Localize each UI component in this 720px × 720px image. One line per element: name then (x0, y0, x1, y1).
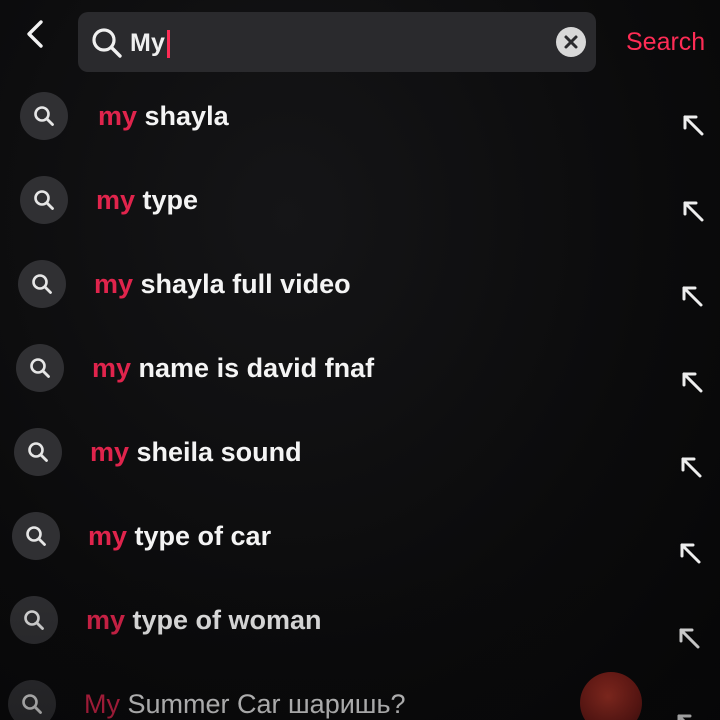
suggestion-completion: type of car (127, 521, 272, 551)
search-icon (8, 680, 56, 720)
suggestion-text: my type (96, 185, 198, 216)
suggestion-text: my sheila sound (90, 437, 302, 468)
suggestion-match: my (98, 101, 138, 131)
search-button[interactable]: Search (626, 28, 705, 57)
suggestion-text: my type of car (88, 521, 271, 552)
suggestion-completion: shayla full video (133, 269, 351, 299)
search-icon (16, 344, 64, 392)
suggestion-item[interactable]: my type (0, 164, 720, 234)
search-icon (18, 260, 66, 308)
suggestion-text: my type of woman (86, 605, 322, 636)
suggestion-match: my (88, 521, 128, 551)
arrow-up-left-icon[interactable] (674, 623, 704, 653)
search-icon (20, 176, 68, 224)
arrow-up-left-icon[interactable] (677, 367, 707, 397)
suggestion-item[interactable]: my shayla (0, 80, 720, 150)
arrow-up-left-icon[interactable] (678, 196, 708, 226)
arrow-up-left-icon[interactable] (678, 110, 708, 140)
clear-search-button[interactable] (556, 27, 586, 57)
suggestion-item[interactable]: my shayla full video (0, 248, 720, 318)
arrow-up-left-icon[interactable] (672, 709, 702, 720)
search-icon (12, 512, 60, 560)
suggestion-text: My Summer Car шаришь? (84, 689, 406, 720)
suggestion-completion: sheila sound (129, 437, 302, 467)
arrow-up-left-icon[interactable] (676, 452, 706, 482)
arrow-up-left-icon[interactable] (675, 538, 705, 568)
suggestion-match: my (90, 437, 130, 467)
search-field[interactable]: My (78, 12, 596, 72)
suggestion-completion: type (135, 185, 199, 215)
suggestion-item[interactable]: my sheila sound (0, 416, 720, 486)
suggestion-item[interactable]: my name is david fnaf (0, 332, 720, 402)
suggestion-item[interactable]: my type of woman (0, 584, 720, 654)
suggestion-match: my (86, 605, 126, 635)
suggestion-match: my (94, 269, 134, 299)
suggestion-match: my (92, 353, 132, 383)
close-icon (564, 35, 578, 49)
suggestion-item[interactable]: my type of car (0, 500, 720, 570)
chevron-left-icon (27, 20, 43, 48)
search-screen: My Search my shayla my type my shayla full… (0, 0, 720, 720)
text-cursor (167, 29, 171, 58)
suggestion-match: my (96, 185, 136, 215)
back-button[interactable] (18, 16, 52, 52)
search-icon (10, 596, 58, 644)
suggestion-completion: Summer Car шаришь? (120, 689, 406, 719)
search-icon (20, 92, 68, 140)
search-header: My Search (0, 0, 720, 84)
search-icon (14, 428, 62, 476)
search-icon (90, 26, 124, 60)
search-query-text: My (130, 29, 166, 57)
suggestion-match: My (84, 689, 120, 719)
suggestion-text: my name is david fnaf (92, 353, 374, 384)
suggestion-completion: name is david fnaf (131, 353, 375, 383)
arrow-up-left-icon[interactable] (677, 281, 707, 311)
suggestion-text: my shayla full video (94, 269, 351, 300)
suggestion-text: my shayla (98, 101, 229, 132)
suggestion-completion: shayla (137, 101, 229, 131)
suggestion-completion: type of woman (125, 605, 322, 635)
search-input[interactable]: My (130, 29, 171, 58)
